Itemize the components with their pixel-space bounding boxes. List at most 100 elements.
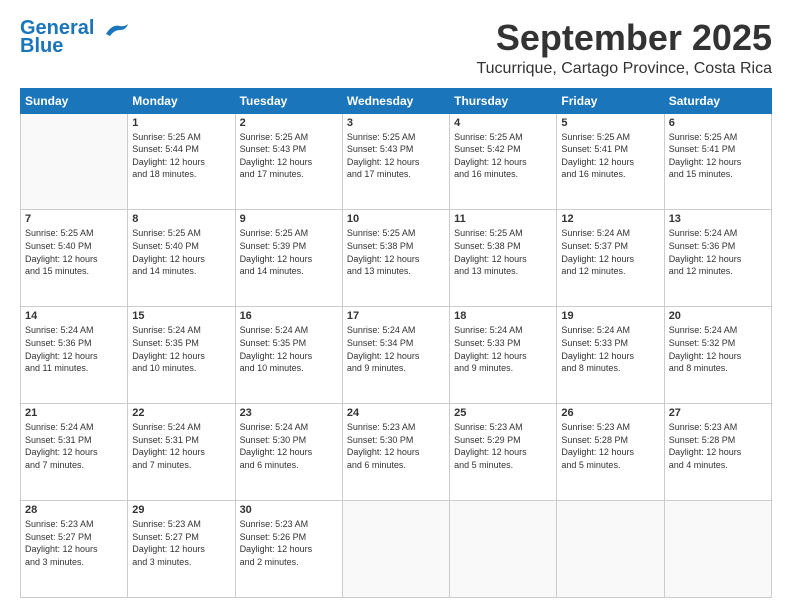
- week-row-0: 1 Sunrise: 5:25 AM Sunset: 5:44 PM Daylig…: [21, 113, 772, 210]
- header-wednesday: Wednesday: [342, 88, 449, 113]
- calendar-cell: 11 Sunrise: 5:25 AM Sunset: 5:38 PM Dayli…: [450, 210, 557, 307]
- day-number: 26: [561, 407, 659, 419]
- calendar-cell: 8 Sunrise: 5:25 AM Sunset: 5:40 PM Daylig…: [128, 210, 235, 307]
- calendar-cell: 6Sunrise: 5:25 AM Sunset: 5:41 PM Daylig…: [664, 113, 771, 210]
- day-number: 10: [347, 213, 445, 225]
- day-number: 29: [132, 504, 230, 516]
- day-info: Sunrise: 5:24 AM Sunset: 5:30 PM Dayligh…: [240, 421, 338, 471]
- location: Tucurrique, Cartago Province, Costa Rica: [476, 60, 772, 78]
- header-friday: Friday: [557, 88, 664, 113]
- calendar-cell: 1 Sunrise: 5:25 AM Sunset: 5:44 PM Daylig…: [128, 113, 235, 210]
- calendar-cell: 19 Sunrise: 5:24 AM Sunset: 5:33 PM Dayli…: [557, 307, 664, 404]
- day-number: 13: [669, 213, 767, 225]
- calendar-header-row: SundayMondayTuesdayWednesdayThursdayFrid…: [21, 88, 772, 113]
- logo-bird-icon: [102, 20, 130, 38]
- day-info: Sunrise: 5:25 AM Sunset: 5:41 PM Dayligh…: [561, 131, 659, 181]
- day-info: Sunrise: 5:25 AM Sunset: 5:44 PM Dayligh…: [132, 131, 230, 181]
- calendar-cell: 25Sunrise: 5:23 AM Sunset: 5:29 PM Dayli…: [450, 404, 557, 501]
- logo: General Blue: [20, 18, 130, 56]
- header-monday: Monday: [128, 88, 235, 113]
- calendar-cell: [21, 113, 128, 210]
- title-block: September 2025 Tucurrique, Cartago Provi…: [476, 18, 772, 78]
- calendar-cell: 13 Sunrise: 5:24 AM Sunset: 5:36 PM Dayli…: [664, 210, 771, 307]
- header-thursday: Thursday: [450, 88, 557, 113]
- day-info: Sunrise: 5:24 AM Sunset: 5:33 PM Dayligh…: [454, 324, 552, 374]
- day-number: 21: [25, 407, 123, 419]
- day-info: Sunrise: 5:23 AM Sunset: 5:29 PM Dayligh…: [454, 421, 552, 471]
- day-info: Sunrise: 5:24 AM Sunset: 5:36 PM Dayligh…: [25, 324, 123, 374]
- day-info: Sunrise: 5:24 AM Sunset: 5:35 PM Dayligh…: [240, 324, 338, 374]
- day-number: 9: [240, 213, 338, 225]
- calendar: SundayMondayTuesdayWednesdayThursdayFrid…: [20, 88, 772, 598]
- day-number: 24: [347, 407, 445, 419]
- header-saturday: Saturday: [664, 88, 771, 113]
- calendar-cell: 27Sunrise: 5:23 AM Sunset: 5:28 PM Dayli…: [664, 404, 771, 501]
- day-number: 6: [669, 117, 767, 129]
- week-row-1: 7 Sunrise: 5:25 AM Sunset: 5:40 PM Daylig…: [21, 210, 772, 307]
- calendar-cell: 22Sunrise: 5:24 AM Sunset: 5:31 PM Dayli…: [128, 404, 235, 501]
- page: General Blue September 2025 Tucurrique, …: [0, 0, 792, 612]
- day-info: Sunrise: 5:25 AM Sunset: 5:42 PM Dayligh…: [454, 131, 552, 181]
- calendar-cell: 15 Sunrise: 5:24 AM Sunset: 5:35 PM Dayli…: [128, 307, 235, 404]
- calendar-cell: 29 Sunrise: 5:23 AM Sunset: 5:27 PM Dayli…: [128, 501, 235, 598]
- day-number: 7: [25, 213, 123, 225]
- header-sunday: Sunday: [21, 88, 128, 113]
- day-number: 8: [132, 213, 230, 225]
- day-info: Sunrise: 5:25 AM Sunset: 5:39 PM Dayligh…: [240, 227, 338, 277]
- day-number: 17: [347, 310, 445, 322]
- day-info: Sunrise: 5:23 AM Sunset: 5:28 PM Dayligh…: [561, 421, 659, 471]
- calendar-cell: 20Sunrise: 5:24 AM Sunset: 5:32 PM Dayli…: [664, 307, 771, 404]
- calendar-cell: 3 Sunrise: 5:25 AM Sunset: 5:43 PM Daylig…: [342, 113, 449, 210]
- calendar-cell: 2Sunrise: 5:25 AM Sunset: 5:43 PM Daylig…: [235, 113, 342, 210]
- calendar-cell: [664, 501, 771, 598]
- day-info: Sunrise: 5:23 AM Sunset: 5:27 PM Dayligh…: [25, 518, 123, 568]
- day-info: Sunrise: 5:25 AM Sunset: 5:43 PM Dayligh…: [347, 131, 445, 181]
- day-number: 23: [240, 407, 338, 419]
- day-number: 3: [347, 117, 445, 129]
- calendar-cell: 26 Sunrise: 5:23 AM Sunset: 5:28 PM Dayli…: [557, 404, 664, 501]
- day-number: 4: [454, 117, 552, 129]
- calendar-cell: 4 Sunrise: 5:25 AM Sunset: 5:42 PM Daylig…: [450, 113, 557, 210]
- day-number: 22: [132, 407, 230, 419]
- day-info: Sunrise: 5:23 AM Sunset: 5:30 PM Dayligh…: [347, 421, 445, 471]
- day-number: 5: [561, 117, 659, 129]
- calendar-cell: [450, 501, 557, 598]
- calendar-cell: [342, 501, 449, 598]
- day-info: Sunrise: 5:24 AM Sunset: 5:34 PM Dayligh…: [347, 324, 445, 374]
- day-info: Sunrise: 5:25 AM Sunset: 5:40 PM Dayligh…: [132, 227, 230, 277]
- day-info: Sunrise: 5:25 AM Sunset: 5:40 PM Dayligh…: [25, 227, 123, 277]
- day-number: 11: [454, 213, 552, 225]
- day-info: Sunrise: 5:25 AM Sunset: 5:38 PM Dayligh…: [454, 227, 552, 277]
- day-number: 16: [240, 310, 338, 322]
- day-info: Sunrise: 5:24 AM Sunset: 5:32 PM Dayligh…: [669, 324, 767, 374]
- day-info: Sunrise: 5:24 AM Sunset: 5:37 PM Dayligh…: [561, 227, 659, 277]
- day-number: 19: [561, 310, 659, 322]
- day-info: Sunrise: 5:25 AM Sunset: 5:43 PM Dayligh…: [240, 131, 338, 181]
- calendar-cell: 7 Sunrise: 5:25 AM Sunset: 5:40 PM Daylig…: [21, 210, 128, 307]
- week-row-2: 14 Sunrise: 5:24 AM Sunset: 5:36 PM Dayli…: [21, 307, 772, 404]
- day-info: Sunrise: 5:25 AM Sunset: 5:38 PM Dayligh…: [347, 227, 445, 277]
- day-number: 15: [132, 310, 230, 322]
- day-info: Sunrise: 5:24 AM Sunset: 5:35 PM Dayligh…: [132, 324, 230, 374]
- day-info: Sunrise: 5:23 AM Sunset: 5:28 PM Dayligh…: [669, 421, 767, 471]
- week-row-3: 21 Sunrise: 5:24 AM Sunset: 5:31 PM Dayli…: [21, 404, 772, 501]
- calendar-cell: 30 Sunrise: 5:23 AM Sunset: 5:26 PM Dayli…: [235, 501, 342, 598]
- day-info: Sunrise: 5:23 AM Sunset: 5:26 PM Dayligh…: [240, 518, 338, 568]
- calendar-cell: 21 Sunrise: 5:24 AM Sunset: 5:31 PM Dayli…: [21, 404, 128, 501]
- calendar-cell: 9 Sunrise: 5:25 AM Sunset: 5:39 PM Daylig…: [235, 210, 342, 307]
- day-info: Sunrise: 5:24 AM Sunset: 5:31 PM Dayligh…: [25, 421, 123, 471]
- day-info: Sunrise: 5:23 AM Sunset: 5:27 PM Dayligh…: [132, 518, 230, 568]
- day-number: 30: [240, 504, 338, 516]
- day-number: 14: [25, 310, 123, 322]
- day-info: Sunrise: 5:24 AM Sunset: 5:36 PM Dayligh…: [669, 227, 767, 277]
- week-row-4: 28 Sunrise: 5:23 AM Sunset: 5:27 PM Dayli…: [21, 501, 772, 598]
- day-number: 18: [454, 310, 552, 322]
- calendar-cell: 18 Sunrise: 5:24 AM Sunset: 5:33 PM Dayli…: [450, 307, 557, 404]
- day-number: 1: [132, 117, 230, 129]
- calendar-cell: 24 Sunrise: 5:23 AM Sunset: 5:30 PM Dayli…: [342, 404, 449, 501]
- month-title: September 2025: [476, 18, 772, 58]
- calendar-cell: 17 Sunrise: 5:24 AM Sunset: 5:34 PM Dayli…: [342, 307, 449, 404]
- day-info: Sunrise: 5:24 AM Sunset: 5:33 PM Dayligh…: [561, 324, 659, 374]
- calendar-cell: 10 Sunrise: 5:25 AM Sunset: 5:38 PM Dayli…: [342, 210, 449, 307]
- day-number: 28: [25, 504, 123, 516]
